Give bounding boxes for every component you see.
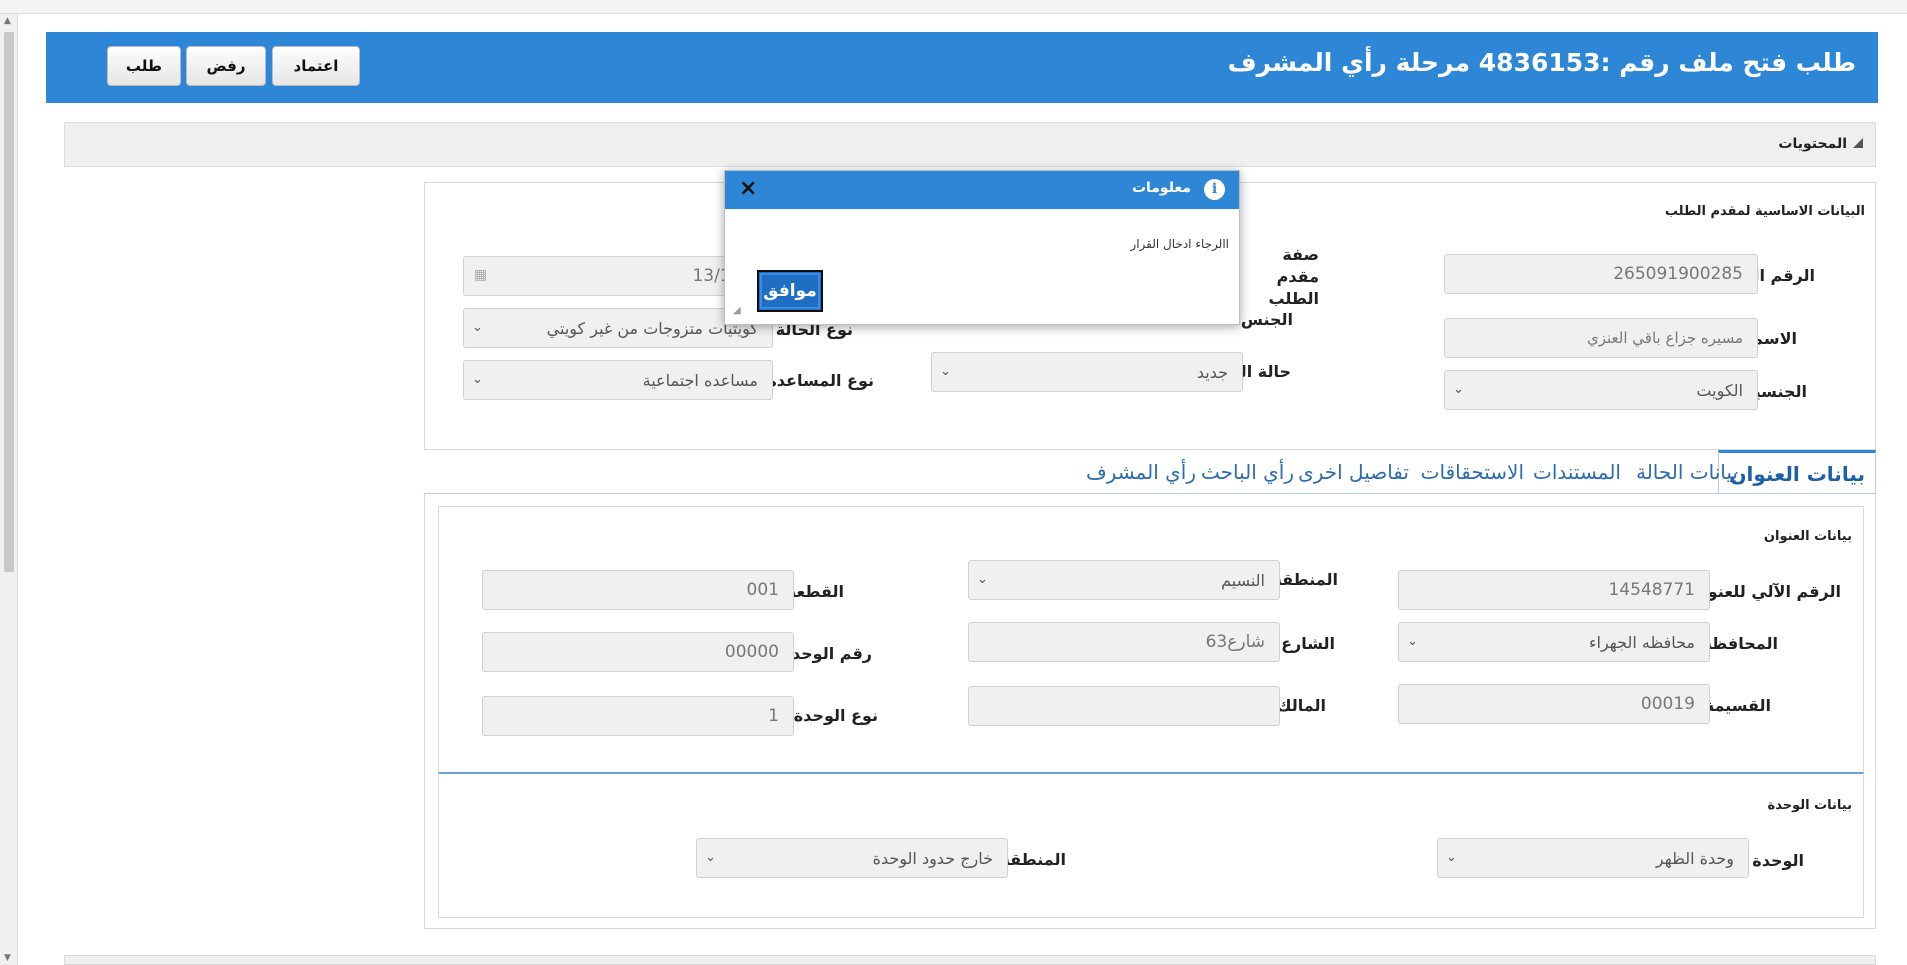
contents-label: المحتويات: [1778, 136, 1847, 152]
unit-number-field[interactable]: 00000: [482, 632, 794, 672]
tab-entitlements[interactable]: الاستحقاقات: [1421, 450, 1524, 494]
tab-address-data[interactable]: بيانات العنوان: [1718, 450, 1876, 494]
gender-label: الجنس: [1240, 310, 1293, 329]
chevron-down-icon: ⌄: [940, 364, 951, 379]
aid-type-label: نوع المساعدة: [767, 371, 874, 390]
scroll-up-icon[interactable]: ▲: [4, 16, 11, 26]
expand-triangle-icon[interactable]: [1853, 138, 1863, 148]
info-icon: i: [1204, 179, 1225, 200]
nationality-select[interactable]: الكويت ⌄: [1444, 370, 1758, 410]
unit-type-field[interactable]: 1: [482, 696, 794, 736]
page-header: طلب فتح ملف رقم :4836153 مرحلة رأي المشر…: [46, 32, 1878, 103]
unit-area-select[interactable]: خارج حدود الوحدة ⌄: [696, 838, 1008, 878]
unit-area-value: خارج حدود الوحدة: [872, 848, 993, 868]
dialog-title-bar[interactable]: i معلومات ×: [725, 171, 1239, 209]
tab-case-data[interactable]: بيانات الحالة: [1636, 450, 1738, 494]
plot-label: القسيمة: [1704, 696, 1771, 715]
scrollbar-thumb[interactable]: [4, 32, 14, 572]
unit-number-label: رقم الوحدة: [782, 644, 872, 663]
area-select[interactable]: النسيم ⌄: [968, 560, 1280, 600]
close-icon[interactable]: ×: [739, 176, 757, 201]
owner-label: المالك: [1276, 696, 1326, 715]
aid-type-select[interactable]: مساعده اجتماعية ⌄: [463, 360, 773, 400]
dialog-title: معلومات: [1131, 180, 1191, 196]
street-label: الشارع: [1281, 634, 1335, 653]
tab-documents[interactable]: المستندات: [1533, 450, 1621, 494]
governorate-value: محافظه الجهراء: [1588, 632, 1695, 652]
bottom-section-header[interactable]: [64, 955, 1876, 965]
governorate-label: المحافظة: [1702, 634, 1778, 653]
chevron-down-icon: ⌄: [472, 372, 483, 387]
basic-info-title: البيانات الاساسية لمقدم الطلب: [1664, 204, 1865, 219]
tab-other-details[interactable]: تفاصيل اخرى: [1298, 450, 1409, 494]
chevron-down-icon: ⌄: [977, 572, 988, 587]
plot-field[interactable]: 00019: [1398, 684, 1710, 724]
request-button[interactable]: طلب: [107, 46, 181, 86]
chevron-down-icon: ⌄: [1446, 850, 1457, 865]
nationality-value: الكويت: [1696, 380, 1743, 400]
name-field[interactable]: مسيره جزاع باقي العنزي: [1444, 318, 1758, 358]
chevron-down-icon: ⌄: [705, 850, 716, 865]
scroll-down-icon[interactable]: ▼: [4, 953, 11, 963]
applicant-capacity-label: صفة مقدم الطلب: [1268, 245, 1319, 308]
auto-number-field[interactable]: 14548771: [1398, 570, 1710, 610]
area-label: المنطقة: [1272, 570, 1338, 589]
unit-value: وحدة الظهر: [1655, 848, 1734, 868]
auto-number-label: الرقم الآلي للعنوان: [1688, 582, 1841, 601]
address-section-title: بيانات العنوان: [1763, 529, 1852, 544]
resize-grip-icon[interactable]: ◢: [733, 305, 741, 316]
civil-id-field[interactable]: 265091900285: [1444, 254, 1758, 294]
chevron-down-icon: ⌄: [1453, 382, 1464, 397]
name-label: الاسم: [1751, 329, 1797, 348]
unit-select[interactable]: وحدة الظهر ⌄: [1437, 838, 1749, 878]
tab-supervisor-opinion[interactable]: رأي المشرف: [1086, 450, 1196, 494]
governorate-select[interactable]: محافظه الجهراء ⌄: [1398, 622, 1710, 662]
unit-area-label: المنطقة: [1000, 850, 1066, 869]
ok-button[interactable]: موافق: [757, 270, 823, 312]
block-label: القطعة: [786, 582, 844, 601]
tab-bar: بيانات العنوان بيانات الحالة المستندات ا…: [424, 450, 1876, 494]
unit-label: الوحدة: [1752, 851, 1804, 870]
chevron-down-icon: ⌄: [1407, 634, 1418, 649]
unit-type-label: نوع الوحدة: [793, 706, 878, 725]
info-dialog: i معلومات × االرجاء ادخال القرار موافق ◢: [724, 170, 1240, 325]
dialog-message: االرجاء ادخال القرار: [1130, 237, 1229, 251]
chevron-down-icon: ⌄: [472, 320, 483, 335]
request-status-select[interactable]: جديد ⌄: [931, 352, 1243, 392]
reject-button[interactable]: رفض: [186, 46, 266, 86]
aid-type-value: مساعده اجتماعية: [642, 370, 758, 390]
block-field[interactable]: 001: [482, 570, 794, 610]
tab-researcher-opinion[interactable]: رأي الباحث: [1201, 450, 1294, 494]
vertical-scrollbar[interactable]: ▲ ▼: [0, 14, 18, 965]
calendar-icon[interactable]: ▦: [474, 267, 487, 283]
top-strip: [0, 0, 1907, 14]
page-title: طلب فتح ملف رقم :4836153 مرحلة رأي المشر…: [1227, 48, 1856, 77]
approve-button[interactable]: اعتماد: [272, 46, 360, 86]
contents-section-header[interactable]: المحتويات: [64, 122, 1876, 167]
owner-field[interactable]: [968, 686, 1280, 726]
unit-section-title: بيانات الوحدة: [1767, 798, 1852, 813]
area-value: النسيم: [1221, 570, 1265, 590]
street-field[interactable]: شارع63: [968, 622, 1280, 662]
request-status-value: جديد: [1196, 362, 1228, 382]
